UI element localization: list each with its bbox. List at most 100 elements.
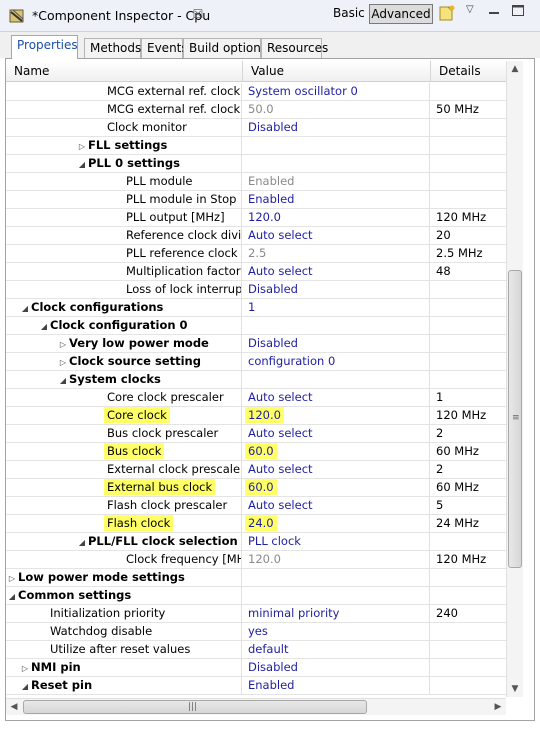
table-row[interactable]: Watchdog disable yes (6, 623, 506, 641)
property-value-cell[interactable] (243, 317, 430, 335)
table-row[interactable]: Flash clock 24.0 24 MHz (6, 515, 506, 533)
table-row[interactable]: ◢ Clock configurations 1 (6, 299, 506, 317)
property-value-cell[interactable]: 60.0 (243, 479, 430, 497)
note-icon[interactable] (438, 4, 456, 22)
property-value-cell[interactable]: 120.0 (243, 551, 430, 569)
property-value-cell[interactable] (243, 587, 430, 605)
horizontal-scrollbar[interactable]: ◀ ||| ▶ (6, 698, 506, 715)
table-row[interactable]: ▷ FLL settings (6, 137, 506, 155)
table-row[interactable]: External bus clock 60.0 60 MHz (6, 479, 506, 497)
expand-icon[interactable]: ▷ (57, 354, 69, 371)
property-value-cell[interactable]: Enabled (243, 191, 430, 209)
collapse-icon[interactable]: ◢ (6, 588, 18, 605)
property-value-cell[interactable]: Auto select (243, 389, 430, 407)
scroll-left-icon[interactable]: ◀ (6, 699, 22, 715)
table-row[interactable]: ◢ Clock configuration 0 (6, 317, 506, 335)
table-row[interactable]: Bus clock 60.0 60 MHz (6, 443, 506, 461)
maximize-icon[interactable] (511, 4, 525, 17)
property-value-cell[interactable]: System oscillator 0 (243, 83, 430, 101)
tab-resources[interactable]: Resources (261, 38, 328, 58)
property-value-cell[interactable]: 1 (243, 299, 430, 317)
table-row[interactable]: Clock monitor Disabled (6, 119, 506, 137)
property-value-cell[interactable]: Enabled (243, 677, 430, 695)
property-value-cell[interactable]: Auto select (243, 263, 430, 281)
table-row[interactable]: ▷ Very low power mode Disabled (6, 335, 506, 353)
horizontal-scroll-thumb[interactable]: ||| (23, 700, 367, 714)
property-value-cell[interactable]: yes (243, 623, 430, 641)
property-value-cell[interactable]: Disabled (243, 659, 430, 677)
property-value-cell[interactable]: 120.0 (243, 209, 430, 227)
column-name-header[interactable]: Name (6, 61, 243, 82)
minimize-icon[interactable] (487, 3, 501, 17)
property-value-cell[interactable]: Enabled (243, 173, 430, 191)
table-row[interactable]: Flash clock prescaler Auto select 5 (6, 497, 506, 515)
collapse-icon[interactable]: ◢ (76, 156, 88, 173)
collapse-icon[interactable]: ◢ (57, 372, 69, 389)
collapse-icon[interactable]: ◢ (76, 534, 88, 551)
table-row[interactable]: ◢ Common settings (6, 587, 506, 605)
scroll-down-icon[interactable]: ▼ (507, 681, 523, 697)
table-row[interactable]: Core clock 120.0 120 MHz (6, 407, 506, 425)
property-value-cell[interactable]: PLL clock (243, 533, 430, 551)
collapse-icon[interactable]: ◢ (38, 318, 50, 335)
tab-build-options[interactable]: Build options (183, 38, 267, 58)
property-value-cell[interactable]: Disabled (243, 335, 430, 353)
tab-methods[interactable]: Methods (84, 38, 141, 58)
table-row[interactable]: PLL module in Stop Enabled (6, 191, 506, 209)
vertical-scrollbar[interactable]: ▲ ≡ ▼ (506, 61, 523, 697)
column-value-header[interactable]: Value (243, 61, 431, 82)
table-row[interactable]: ▷ Low power mode settings (6, 569, 506, 587)
table-row[interactable]: Reference clock divic Auto select 20 (6, 227, 506, 245)
property-value-cell[interactable] (243, 569, 430, 587)
property-value-cell[interactable]: minimal priority (243, 605, 430, 623)
scroll-up-icon[interactable]: ▲ (507, 61, 523, 77)
table-row[interactable]: Multiplication factor Auto select 48 (6, 263, 506, 281)
table-row[interactable]: Initialization priority minimal priority 2… (6, 605, 506, 623)
column-details-header[interactable]: Details (431, 61, 506, 82)
expand-icon[interactable]: ▷ (76, 138, 88, 155)
table-row[interactable]: MCG external ref. clock [50.0 50 MHz (6, 101, 506, 119)
tab-properties[interactable]: Properties (11, 35, 78, 59)
table-row[interactable]: ◢ Reset pin Enabled (6, 677, 506, 695)
property-value-cell[interactable]: Auto select (243, 497, 430, 515)
table-row[interactable]: Core clock prescaler Auto select 1 (6, 389, 506, 407)
collapse-icon[interactable]: ◢ (19, 678, 31, 695)
property-value-cell[interactable] (243, 137, 430, 155)
table-row[interactable]: Bus clock prescaler Auto select 2 (6, 425, 506, 443)
view-menu-icon[interactable]: ▽ (466, 4, 474, 15)
table-row[interactable]: ◢ PLL 0 settings (6, 155, 506, 173)
table-row[interactable]: Utilize after reset values default (6, 641, 506, 659)
expand-icon[interactable]: ▷ (57, 336, 69, 353)
table-row[interactable]: PLL module Enabled (6, 173, 506, 191)
property-value-cell[interactable]: Disabled (243, 119, 430, 137)
property-value-cell[interactable]: Auto select (243, 227, 430, 245)
property-value-cell[interactable]: 120.0 (243, 407, 430, 425)
property-value-cell[interactable] (243, 371, 430, 389)
property-value-cell[interactable]: 24.0 (243, 515, 430, 533)
advanced-mode-button[interactable]: Advanced (369, 4, 433, 24)
property-value-cell[interactable]: 2.5 (243, 245, 430, 263)
scroll-right-icon[interactable]: ▶ (490, 699, 506, 715)
table-row[interactable]: MCG external ref. clock s System oscillat… (6, 83, 506, 101)
table-row[interactable]: ▷ NMI pin Disabled (6, 659, 506, 677)
property-value-cell[interactable]: default (243, 641, 430, 659)
close-icon[interactable]: ☒ (191, 7, 205, 21)
collapse-icon[interactable]: ◢ (19, 300, 31, 317)
basic-mode-button[interactable]: Basic (333, 6, 365, 20)
table-row[interactable]: ▷ Clock source setting configuration 0 (6, 353, 506, 371)
property-value-cell[interactable]: Auto select (243, 461, 430, 479)
table-row[interactable]: Loss of lock interrupt Disabled (6, 281, 506, 299)
expand-icon[interactable]: ▷ (6, 570, 18, 587)
table-row[interactable]: PLL reference clock [2.5 2.5 MHz (6, 245, 506, 263)
property-value-cell[interactable]: 50.0 (243, 101, 430, 119)
table-row[interactable]: External clock prescaler Auto select 2 (6, 461, 506, 479)
property-value-cell[interactable]: Auto select (243, 425, 430, 443)
property-value-cell[interactable] (243, 155, 430, 173)
table-row[interactable]: ◢ PLL/FLL clock selection PLL clock (6, 533, 506, 551)
property-value-cell[interactable]: 60.0 (243, 443, 430, 461)
expand-icon[interactable]: ▷ (19, 660, 31, 677)
tab-events[interactable]: Events (141, 38, 188, 58)
vertical-scroll-thumb[interactable]: ≡ (508, 270, 522, 568)
table-row[interactable]: Clock frequency [MH 120.0 120 MHz (6, 551, 506, 569)
property-value-cell[interactable]: configuration 0 (243, 353, 430, 371)
